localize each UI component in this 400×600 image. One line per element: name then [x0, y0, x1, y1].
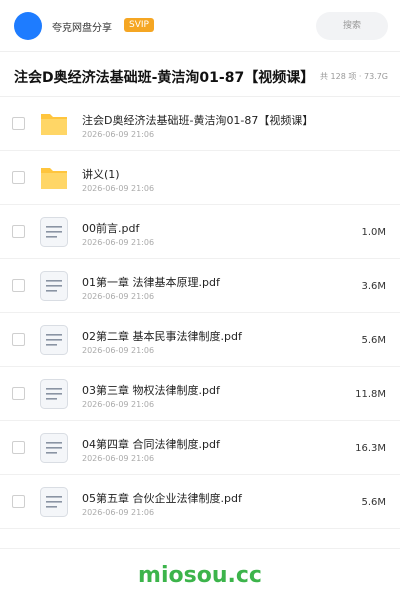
file-size: 5.6M: [361, 497, 386, 508]
file-size: 16.3M: [355, 443, 386, 454]
share-name: 夸克网盘分享: [52, 23, 112, 34]
item-count: 共 128 项 · 73.7G: [320, 72, 388, 81]
document-icon: [38, 432, 70, 464]
file-date: 2026-06-09 21:06: [82, 454, 155, 463]
avatar[interactable]: [14, 12, 42, 40]
folder-icon: [38, 162, 70, 194]
search-button[interactable]: 搜索: [316, 12, 388, 40]
file-date: 2026-06-09 21:06: [82, 508, 155, 517]
list-item[interactable]: 00前言.pdf 2026-06-09 21:06 1.0M: [0, 205, 400, 259]
select-checkbox[interactable]: [12, 333, 25, 346]
document-icon: [38, 216, 70, 248]
select-checkbox[interactable]: [12, 279, 25, 292]
list-item[interactable]: 注会D奥经济法基础班-黄洁洵01-87【视频课】 2026-06-09 21:06: [0, 97, 400, 151]
file-name: 02第二章 基本民事法律制度.pdf: [82, 330, 242, 343]
file-name: 05第五章 合伙企业法律制度.pdf: [82, 492, 242, 505]
document-icon: [38, 486, 70, 518]
select-checkbox[interactable]: [12, 225, 25, 238]
select-checkbox[interactable]: [12, 495, 25, 508]
select-checkbox[interactable]: [12, 441, 25, 454]
select-checkbox[interactable]: [12, 117, 25, 130]
file-size: 5.6M: [361, 335, 386, 346]
file-date: 2026-06-09 21:06: [82, 400, 155, 409]
list-item[interactable]: 01第一章 法律基本原理.pdf 2026-06-09 21:06 3.6M: [0, 259, 400, 313]
document-icon: [38, 270, 70, 302]
folder-icon: [38, 108, 70, 140]
select-checkbox[interactable]: [12, 387, 25, 400]
file-size: 1.0M: [361, 227, 386, 238]
file-date: 2026-06-09 21:06: [82, 346, 155, 355]
title-bar: 注会D奥经济法基础班-黄洁洵01-87【视频课】 共 128 项 · 73.7G: [0, 53, 400, 97]
svip-badge: SVIP: [124, 18, 154, 32]
file-size: 11.8M: [355, 389, 386, 400]
file-name: 03第三章 物权法律制度.pdf: [82, 384, 220, 397]
select-checkbox[interactable]: [12, 171, 25, 184]
file-date: 2026-06-09 21:06: [82, 130, 155, 139]
file-name: 00前言.pdf: [82, 222, 140, 235]
document-icon: [38, 378, 70, 410]
header: 夸克网盘分享 SVIP 搜索: [0, 0, 400, 52]
file-date: 2026-06-09 21:06: [82, 292, 155, 301]
file-name: 04第四章 合同法律制度.pdf: [82, 438, 220, 451]
file-name: 01第一章 法律基本原理.pdf: [82, 276, 220, 289]
footer: miosou.cc: [0, 548, 400, 600]
list-item[interactable]: 讲义(1) 2026-06-09 21:06: [0, 151, 400, 205]
list-item[interactable]: 04第四章 合同法律制度.pdf 2026-06-09 21:06 16.3M: [0, 421, 400, 475]
file-size: 3.6M: [361, 281, 386, 292]
file-list: 注会D奥经济法基础班-黄洁洵01-87【视频课】 2026-06-09 21:06…: [0, 97, 400, 529]
file-name: 注会D奥经济法基础班-黄洁洵01-87【视频课】: [82, 114, 314, 127]
file-name: 讲义(1): [82, 168, 120, 181]
list-item[interactable]: 05第五章 合伙企业法律制度.pdf 2026-06-09 21:06 5.6M: [0, 475, 400, 529]
list-item[interactable]: 03第三章 物权法律制度.pdf 2026-06-09 21:06 11.8M: [0, 367, 400, 421]
page-title: 注会D奥经济法基础班-黄洁洵01-87【视频课】: [14, 70, 315, 86]
list-item[interactable]: 02第二章 基本民事法律制度.pdf 2026-06-09 21:06 5.6M: [0, 313, 400, 367]
file-date: 2026-06-09 21:06: [82, 238, 155, 247]
file-date: 2026-06-09 21:06: [82, 184, 155, 193]
brand-watermark: miosou.cc: [138, 563, 262, 588]
document-icon: [38, 324, 70, 356]
